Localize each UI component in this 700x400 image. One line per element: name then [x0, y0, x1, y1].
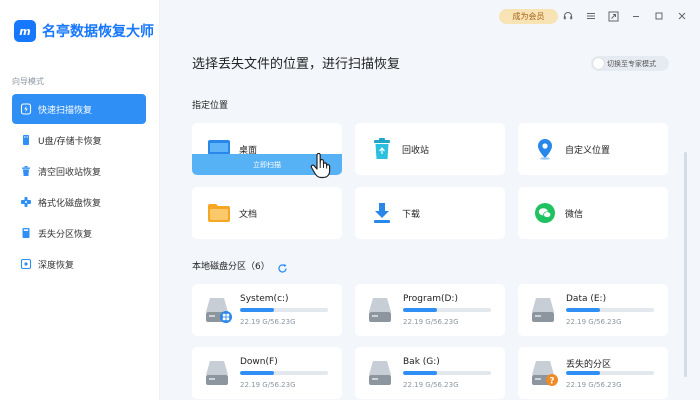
location-card-recycle-bin[interactable]: 回收站 — [355, 123, 505, 175]
become-member-button[interactable]: 成为会员 — [499, 9, 558, 24]
sidebar-item-lost-partition[interactable]: 丢失分区恢复 — [12, 218, 146, 248]
disk-usage-fill — [566, 308, 601, 312]
disk-name: System(c:) — [240, 294, 289, 304]
trash-icon — [20, 165, 32, 177]
disk-name: Down(F) — [240, 357, 278, 367]
location-card-wechat[interactable]: 微信 — [518, 187, 668, 239]
sidebar: m 名亭数据恢复大师 向导模式 快速扫描恢复 U盘/存储卡恢复 清空回收站恢复 — [0, 0, 160, 400]
disk-card-lost[interactable]: ? 丢失的分区 22.19 G/56.23G — [518, 347, 668, 399]
location-card-downloads[interactable]: 下载 — [355, 187, 505, 239]
format-icon — [20, 196, 32, 208]
disk-size: 22.19 G/56.23G — [240, 381, 296, 389]
disk-usage-bar — [240, 308, 328, 312]
disk-size: 22.19 G/56.23G — [403, 318, 459, 326]
location-label: 文档 — [239, 209, 258, 220]
expert-mode-label: 切换至专家模式 — [607, 59, 656, 68]
disk-usage-fill — [403, 308, 438, 312]
disk-name: 丢失的分区 — [566, 360, 612, 370]
disk-name: Data (E:) — [566, 294, 607, 304]
location-label: 回收站 — [402, 145, 430, 156]
disk-name: Program(D:) — [403, 294, 458, 304]
disk-usage-bar — [403, 308, 491, 312]
partition-icon — [20, 227, 32, 239]
location-card-custom[interactable]: 自定义位置 — [518, 123, 668, 175]
sidebar-item-deep-scan[interactable]: 深度恢复 — [12, 249, 146, 279]
expert-mode-toggle[interactable]: 切换至专家模式 — [591, 56, 669, 71]
sidebar-item-label: 深度恢复 — [38, 260, 75, 271]
disk-usage-bar — [566, 308, 654, 312]
disk-name: Bak (G:) — [403, 357, 440, 367]
headset-icon[interactable] — [561, 9, 575, 23]
sidebar-nav: 快速扫描恢复 U盘/存储卡恢复 清空回收站恢复 格式化磁盘恢复 丢失分区恢复 深… — [12, 94, 146, 280]
location-pin-icon — [534, 138, 556, 160]
sidebar-item-label: 丢失分区恢复 — [38, 229, 93, 240]
disk-card-g[interactable]: Bak (G:) 22.19 G/56.23G — [355, 347, 505, 399]
sidebar-item-label: 格式化磁盘恢复 — [38, 198, 102, 209]
close-icon[interactable] — [675, 9, 689, 23]
disk-card-d[interactable]: Program(D:) 22.19 G/56.23G — [355, 284, 505, 336]
sidebar-item-recycle[interactable]: 清空回收站恢复 — [12, 156, 146, 186]
minimize-icon[interactable] — [629, 9, 643, 23]
sidebar-item-label: 清空回收站恢复 — [38, 167, 102, 178]
disk-card-f[interactable]: Down(F) 22.19 G/56.23G — [192, 347, 342, 399]
disks-title: 本地磁盘分区（6） — [192, 262, 270, 272]
location-label: 微信 — [565, 209, 584, 220]
hard-drive-icon — [206, 359, 228, 385]
locations-title: 指定位置 — [192, 101, 229, 111]
disk-usage-fill — [566, 371, 601, 375]
sidebar-item-usb[interactable]: U盘/存储卡恢复 — [12, 125, 146, 155]
disk-card-e[interactable]: Data (E:) 22.19 G/56.23G — [518, 284, 668, 336]
app-name: 名亭数据恢复大师 — [42, 24, 154, 40]
scrollbar[interactable] — [684, 152, 687, 377]
disk-usage-bar — [240, 371, 328, 375]
hand-cursor-icon — [310, 152, 332, 179]
location-card-documents[interactable]: 文档 — [192, 187, 342, 239]
section-label: 向导模式 — [12, 77, 44, 86]
disk-usage-bar — [566, 371, 654, 375]
app-logo: m 名亭数据恢复大师 — [14, 20, 154, 42]
location-label: 自定义位置 — [565, 145, 611, 156]
hard-drive-icon — [206, 296, 232, 323]
hard-drive-icon — [369, 359, 391, 385]
deep-scan-icon — [20, 258, 32, 270]
sidebar-item-label: 快速扫描恢复 — [38, 105, 93, 116]
disk-usage-fill — [403, 371, 438, 375]
download-icon — [371, 202, 393, 224]
sidebar-item-label: U盘/存储卡恢复 — [38, 136, 102, 147]
logo-icon: m — [14, 20, 36, 42]
toggle-knob — [593, 58, 604, 69]
documents-folder-icon — [208, 202, 230, 224]
title-bar: 成为会员 — [160, 0, 700, 34]
hard-drive-icon — [369, 296, 391, 322]
page-title: 选择丢失文件的位置，进行扫描恢复 — [192, 57, 401, 72]
disk-usage-bar — [403, 371, 491, 375]
sidebar-item-format[interactable]: 格式化磁盘恢复 — [12, 187, 146, 217]
hard-drive-icon — [532, 296, 554, 322]
main-panel: 选择丢失文件的位置，进行扫描恢复 切换至专家模式 指定位置 桌面 立即扫描 回收… — [160, 34, 700, 400]
disk-usage-fill — [240, 308, 275, 312]
maximize-icon[interactable] — [652, 9, 666, 23]
feedback-icon[interactable] — [606, 9, 620, 23]
disk-size: 22.19 G/56.23G — [566, 318, 622, 326]
svg-text:?: ? — [549, 376, 554, 386]
disk-card-c[interactable]: System(c:) 22.19 G/56.23G — [192, 284, 342, 336]
disk-usage-fill — [240, 371, 275, 375]
wechat-icon — [534, 202, 556, 224]
lightning-icon — [20, 103, 32, 115]
disk-size: 22.19 G/56.23G — [403, 381, 459, 389]
location-label: 下载 — [402, 209, 421, 220]
sidebar-item-quick-scan[interactable]: 快速扫描恢复 — [12, 94, 146, 124]
usb-icon — [20, 134, 32, 146]
recycle-bin-icon — [371, 138, 393, 160]
menu-icon[interactable] — [584, 9, 598, 23]
lost-drive-icon: ? — [532, 359, 558, 386]
refresh-icon[interactable] — [277, 259, 288, 273]
disk-size: 22.19 G/56.23G — [240, 318, 296, 326]
disk-size: 22.19 G/56.23G — [566, 381, 622, 389]
